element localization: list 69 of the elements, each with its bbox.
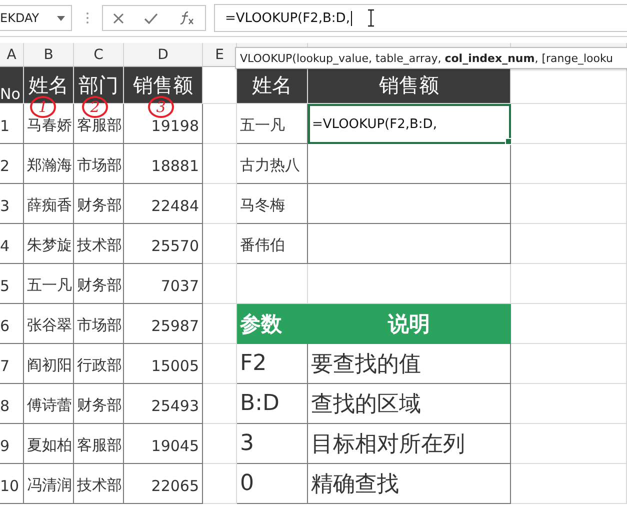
- table-cell: 19045: [124, 424, 203, 464]
- table-cell: 0: [237, 464, 308, 504]
- table-cell: 财务部: [74, 184, 124, 224]
- dropdown-icon[interactable]: [57, 16, 65, 20]
- table-cell: 夏如柏: [24, 424, 74, 464]
- enter-button[interactable]: [144, 12, 158, 24]
- table-cell: 4: [0, 224, 24, 264]
- function-tooltip: VLOOKUP(lookup_value, table_array, col_index_num, [range_looku: [235, 47, 627, 69]
- table-cell: 22484: [124, 184, 203, 224]
- table-header-cell: 销售额: [308, 67, 511, 104]
- table-cell: 番伟伯: [237, 224, 308, 264]
- table-cell: 财务部: [74, 264, 124, 304]
- table-cell: 7: [0, 344, 24, 384]
- table-cell: 财务部: [74, 384, 124, 424]
- table-cell: 阎初阳: [24, 344, 74, 384]
- text-cursor-icon: [367, 9, 375, 27]
- table-cell: 市场部: [74, 304, 124, 344]
- table-cell: 18881: [124, 144, 203, 184]
- table-header-cell: 说明: [308, 304, 511, 344]
- table-cell: 冯清润: [24, 464, 74, 504]
- table-cell: 行政部: [74, 344, 124, 384]
- table-cell: 25570: [124, 224, 203, 264]
- table-cell: 15005: [124, 344, 203, 384]
- table-cell: 查找的区域: [308, 384, 511, 424]
- active-cell[interactable]: =VLOOKUP(F2,B:D,: [308, 104, 511, 144]
- table-cell: 3: [0, 184, 24, 224]
- insert-function-button[interactable]: [178, 11, 195, 25]
- table-cell: 3: [237, 424, 308, 464]
- table-cell: 6: [0, 304, 24, 344]
- table-cell: 古力热八: [237, 144, 308, 184]
- column-header[interactable]: B: [24, 43, 74, 67]
- table-cell: 2: [0, 144, 24, 184]
- table-cell: 10: [0, 464, 24, 504]
- table-cell: 技术部: [74, 224, 124, 264]
- table-cell: B:D: [237, 384, 308, 424]
- table-cell: 目标相对所在列: [308, 424, 511, 464]
- table-header-cell: 参数: [237, 304, 308, 344]
- table-cell: 25987: [124, 304, 203, 344]
- drag-handle-icon[interactable]: [86, 12, 88, 24]
- table-cell: 技术部: [74, 464, 124, 504]
- table-cell: 五一凡: [237, 104, 308, 144]
- table-cell: 傅诗蕾: [24, 384, 74, 424]
- table-cell: 客服部: [74, 424, 124, 464]
- table-cell: 9: [0, 424, 24, 464]
- table-cell: 22065: [124, 464, 203, 504]
- column-header[interactable]: D: [124, 43, 203, 67]
- table-cell: F2: [237, 344, 308, 384]
- table-cell: 1: [0, 104, 24, 144]
- table-cell: 要查找的值: [308, 344, 511, 384]
- table-cell: 五一凡: [24, 264, 74, 304]
- table-cell: 精确查找: [308, 464, 511, 504]
- column-header[interactable]: A: [0, 43, 24, 67]
- table-cell: 朱梦旋: [24, 224, 74, 264]
- table-cell: 7037: [124, 264, 203, 304]
- name-box[interactable]: EKDAY: [0, 5, 72, 31]
- column-header[interactable]: C: [74, 43, 124, 67]
- table-header-cell: 姓名: [237, 67, 308, 104]
- formula-input[interactable]: =VLOOKUP(F2,B:D,: [214, 4, 627, 32]
- table-cell: 郑瀚海: [24, 144, 74, 184]
- column-header[interactable]: E: [203, 43, 237, 67]
- table-cell: 马冬梅: [237, 184, 308, 224]
- table-header-cell: No: [0, 67, 24, 104]
- table-cell: 薛痴香: [24, 184, 74, 224]
- cancel-button[interactable]: [113, 12, 124, 24]
- table-cell: 张谷翠: [24, 304, 74, 344]
- table-cell: 8: [0, 384, 24, 424]
- table-cell: 市场部: [74, 144, 124, 184]
- table-cell: 25493: [124, 384, 203, 424]
- table-cell: 5: [0, 264, 24, 304]
